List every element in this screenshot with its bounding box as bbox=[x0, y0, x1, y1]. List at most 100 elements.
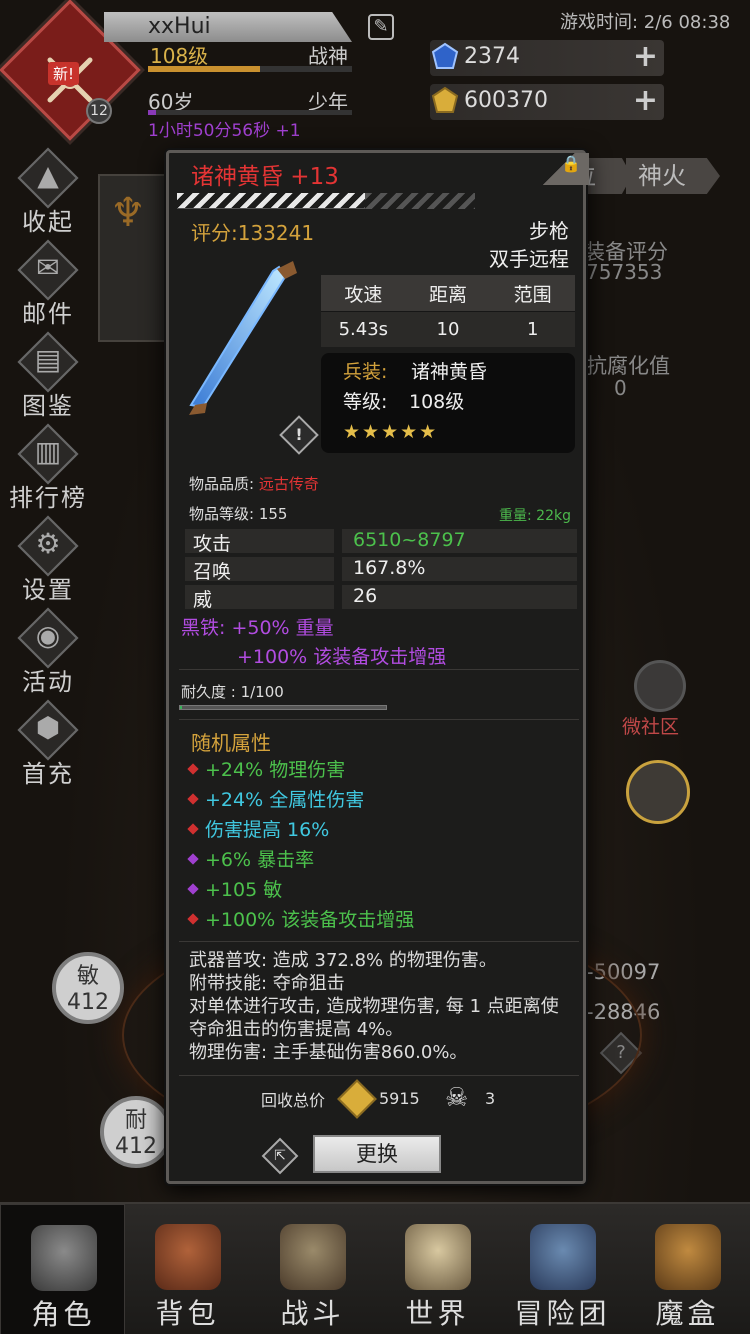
stamina-stat[interactable]: 耐 412 bbox=[100, 1096, 172, 1168]
nav-label: 角色 bbox=[31, 1298, 96, 1331]
book-icon: ▤ bbox=[34, 343, 62, 376]
community-button[interactable]: 微社区 bbox=[622, 660, 698, 740]
stat-head-cell: 范围 bbox=[513, 283, 552, 306]
nav-label: 背包 bbox=[155, 1297, 220, 1330]
tab-divine-fire[interactable]: 神火 bbox=[626, 158, 720, 194]
gold-value: 600370 bbox=[464, 88, 548, 113]
desc-line: 对单体进行攻击, 造成物理伤害, 每 1 点距离使夺命狙击的伤害提高 4%。 bbox=[189, 996, 559, 1040]
side-label: 邮件 bbox=[22, 300, 74, 328]
side-label: 排行榜 bbox=[9, 484, 87, 512]
item-detail-popup: 诸神黄昏 +13 🔒 评分:133241 步枪 双手远程 ! 攻速 距离 范围 … bbox=[166, 150, 589, 1184]
share-icon[interactable]: ⇱ bbox=[261, 1137, 299, 1175]
warning-icon[interactable]: ! bbox=[279, 415, 319, 455]
swap-button[interactable]: 更换 bbox=[313, 1135, 441, 1173]
item-weight: 重量: 22kg bbox=[499, 508, 571, 524]
world-icon bbox=[405, 1224, 471, 1290]
player-name: xxHui bbox=[148, 14, 211, 39]
skull-icon: ☠ bbox=[445, 1083, 469, 1113]
side-btn-mail[interactable]: ✉ 邮件 bbox=[8, 239, 88, 330]
divider bbox=[179, 941, 579, 942]
nav-world[interactable]: 世界 bbox=[375, 1204, 500, 1334]
nav-battle[interactable]: 战斗 bbox=[250, 1204, 375, 1334]
material-bonus-2: +100% 该装备攻击增强 bbox=[237, 646, 447, 668]
random-attr: +24% 物理伤害 bbox=[187, 755, 345, 782]
side-btn-first-charge[interactable]: ⬢ 首充 bbox=[8, 699, 88, 790]
stat-value-cell: 10 bbox=[436, 319, 460, 340]
attr-dot-icon bbox=[187, 792, 199, 805]
item-level: 物品等级: 155 bbox=[189, 505, 288, 523]
age-timer: 1小时50分56秒 +1 bbox=[148, 121, 301, 141]
weapon-description: 武器普攻: 造成 372.8% 的物理伤害。 附带技能: 夺命狙击 对单体进行攻… bbox=[189, 949, 569, 1064]
event-icon: ◉ bbox=[35, 619, 61, 652]
ranking-icon: ▥ bbox=[34, 435, 62, 468]
nav-backpack[interactable]: 背包 bbox=[125, 1204, 250, 1334]
age-bar bbox=[148, 110, 352, 115]
stats-values: 5.43s 10 1 bbox=[321, 311, 575, 347]
side-label: 收起 bbox=[22, 208, 74, 236]
agility-label: 敏 bbox=[76, 964, 99, 989]
gem-value: 2374 bbox=[464, 44, 520, 69]
community-label: 微社区 bbox=[622, 716, 680, 738]
edit-name-icon[interactable]: ✎ bbox=[368, 14, 394, 40]
add-gold-button[interactable]: + bbox=[633, 86, 658, 116]
random-attr: +105 敏 bbox=[187, 875, 282, 902]
side-btn-settings[interactable]: ⚙ 设置 bbox=[8, 515, 88, 606]
stamina-value: 412 bbox=[115, 1134, 157, 1159]
battle-icon bbox=[280, 1224, 346, 1290]
quality-row: 物品品质: 远古传奇 bbox=[189, 473, 319, 494]
desc-line: 附带技能: 夺命狙击 bbox=[189, 973, 345, 994]
side-btn-codex[interactable]: ▤ 图鉴 bbox=[8, 331, 88, 422]
attr-value: 26 bbox=[353, 585, 378, 607]
equip-score-value: 757353 bbox=[586, 260, 663, 284]
attr-name: 召唤 bbox=[193, 561, 232, 583]
durability-bar-fill bbox=[180, 706, 183, 709]
set-name: 诸神黄昏 bbox=[411, 361, 488, 383]
attr-row: 召唤 167.8% bbox=[185, 557, 577, 583]
side-btn-collapse[interactable]: ▲ 收起 bbox=[8, 147, 88, 238]
gold-currency: 600370 + bbox=[430, 84, 664, 120]
stat-head-cell: 距离 bbox=[429, 283, 468, 306]
crest-icon[interactable] bbox=[626, 760, 690, 824]
side-btn-events[interactable]: ◉ 活动 bbox=[8, 607, 88, 698]
recycle-skull: 3 bbox=[485, 1089, 496, 1108]
enhance-progress-empty bbox=[365, 193, 475, 209]
divider bbox=[179, 719, 579, 720]
weapon-handedness: 双手远程 bbox=[489, 247, 569, 271]
attr-dot-icon bbox=[187, 882, 199, 895]
random-attr: +24% 全属性伤害 bbox=[187, 785, 364, 812]
attr-value: 6510~8797 bbox=[353, 529, 466, 551]
new-badge: 新! bbox=[48, 62, 80, 85]
gold-icon bbox=[431, 86, 459, 113]
durability-bar bbox=[179, 705, 387, 710]
guild-icon bbox=[530, 1224, 596, 1290]
weapon-stats-table: 攻速 距离 范围 5.43s 10 1 bbox=[321, 275, 575, 347]
side-label: 图鉴 bbox=[22, 392, 74, 420]
item-score: 评分:133241 bbox=[191, 221, 315, 245]
nav-guild[interactable]: 冒险团 bbox=[500, 1204, 625, 1334]
recycle-label: 回收总价 bbox=[261, 1091, 326, 1110]
agility-stat[interactable]: 敏 412 bbox=[52, 952, 124, 1024]
stat-value-cell: 5.43s bbox=[338, 319, 389, 340]
exp-bar bbox=[148, 66, 352, 72]
nav-label: 战斗 bbox=[280, 1297, 345, 1330]
side-label: 活动 bbox=[22, 668, 74, 696]
divider bbox=[179, 1075, 579, 1076]
random-attr: +100% 该装备攻击增强 bbox=[187, 905, 414, 932]
player-level: 108级 bbox=[150, 44, 209, 68]
stat-value-cell: 1 bbox=[526, 319, 539, 340]
divider bbox=[179, 669, 579, 670]
add-gem-button[interactable]: + bbox=[633, 42, 658, 72]
attr-row: 攻击 6510~8797 bbox=[185, 529, 577, 555]
anti-corruption-value: 0 bbox=[614, 376, 627, 400]
nav-character[interactable]: 角色 bbox=[0, 1204, 125, 1334]
gear-icon: ⚙ bbox=[35, 527, 61, 560]
side-btn-ranking[interactable]: ▥ 排行榜 bbox=[8, 423, 88, 514]
bottom-nav: 角色 背包 战斗 世界 冒险团 魔盒 bbox=[0, 1202, 750, 1334]
lock-icon[interactable]: 🔒 bbox=[529, 153, 589, 185]
equipment-set-box: 兵装: 诸神黄昏 等级: 108级 ★★★★★ bbox=[321, 353, 575, 453]
random-attrs-title: 随机属性 bbox=[191, 731, 271, 755]
nav-magic-box[interactable]: 魔盒 bbox=[625, 1204, 750, 1334]
random-attr: +6% 暴击率 bbox=[187, 845, 314, 872]
dragon-emblem-icon: ♆ bbox=[110, 190, 146, 236]
stamina-label: 耐 bbox=[124, 1108, 147, 1133]
